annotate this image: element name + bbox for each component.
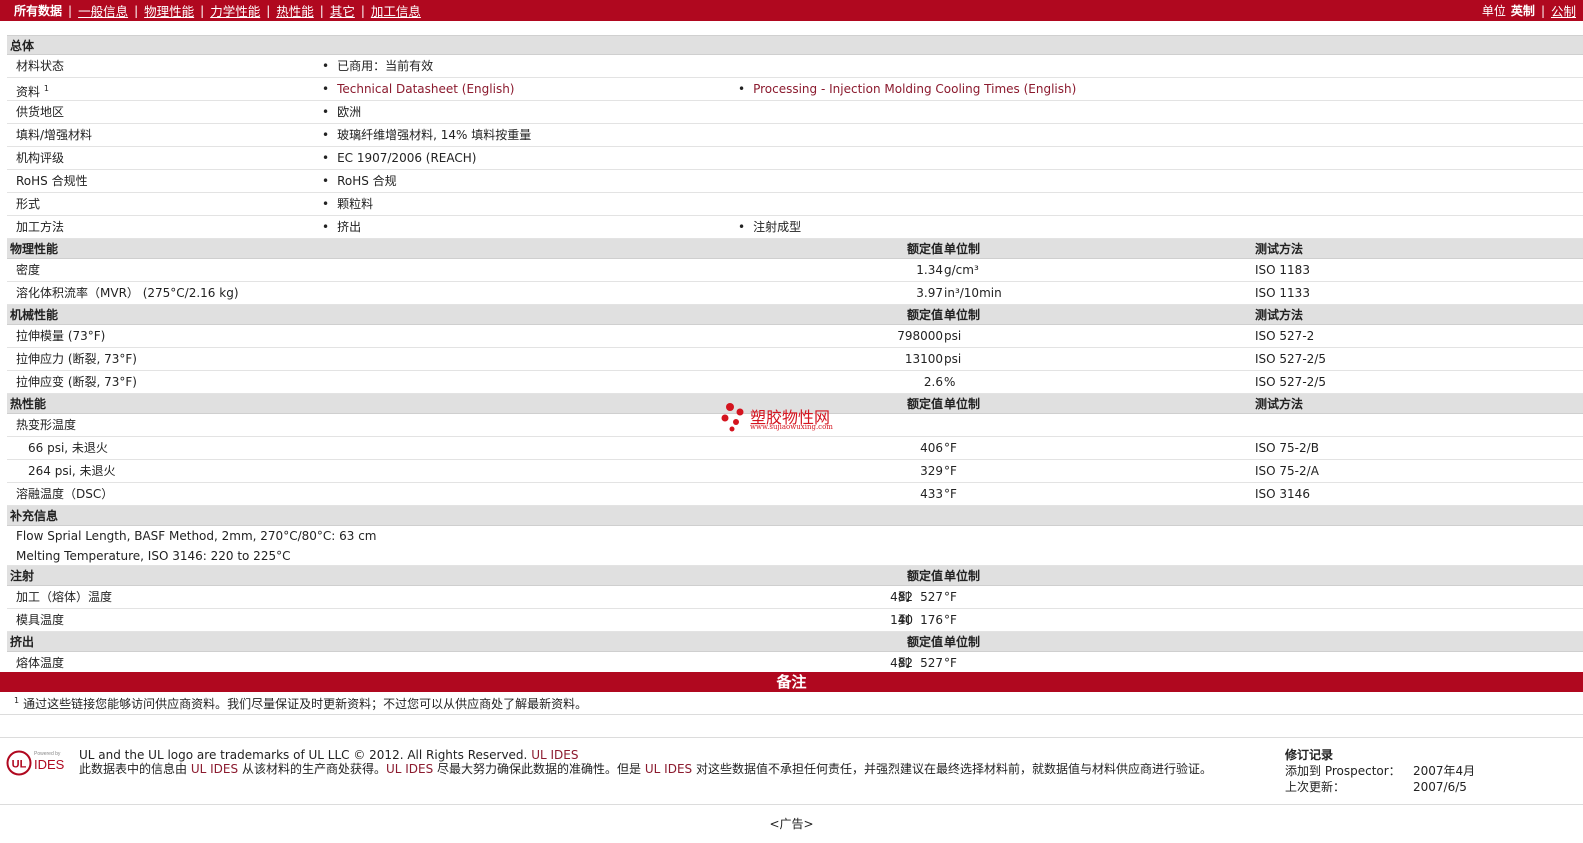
section-general: 总体 bbox=[7, 35, 1583, 55]
table-row: 拉伸模量 (73°F) 798000 psi ISO 527-2 bbox=[7, 325, 1583, 348]
tab-thermal[interactable]: 热性能 bbox=[276, 1, 314, 20]
ul-ides-logo: UL Powered by IDES bbox=[6, 748, 72, 778]
unit-switcher: 单位 英制 | 公制 bbox=[1482, 1, 1576, 20]
tab-all-data[interactable]: 所有数据 bbox=[14, 2, 62, 19]
table-row: 66 psi, 未退火 406 °F ISO 75-2/B bbox=[7, 437, 1583, 460]
table-row: 拉伸应变 (断裂, 73°F) 2.6 % ISO 527-2/5 bbox=[7, 371, 1583, 394]
disclaimer: UL and the UL logo are trademarks of UL … bbox=[79, 748, 1212, 776]
table-row: 机构评级 EC 1907/2006 (REACH) bbox=[7, 147, 1583, 170]
datasheet-link[interactable]: Technical Datasheet (English) bbox=[337, 82, 514, 96]
section-physical: 物理性能 额定值 单位制 测试方法 bbox=[7, 239, 1583, 259]
table-row: 溶融温度（DSC） 433 °F ISO 3146 bbox=[7, 483, 1583, 506]
unit-metric[interactable]: 公制 bbox=[1551, 1, 1576, 20]
table-row: 拉伸应力 (断裂, 73°F) 13100 psi ISO 527-2/5 bbox=[7, 348, 1583, 371]
section-extrusion: 挤出 额定值 单位制 bbox=[7, 632, 1583, 652]
table-row: Melting Temperature, ISO 3146: 220 to 22… bbox=[7, 546, 1583, 566]
datasheet-table: 总体 材料状态 已商用：当前有效 资料 1 Technical Datashee… bbox=[7, 35, 1583, 675]
table-row: 材料状态 已商用：当前有效 bbox=[7, 55, 1583, 78]
table-row: 供货地区 欧洲 bbox=[7, 101, 1583, 124]
svg-text:UL: UL bbox=[12, 759, 27, 771]
watermark-url: www.sujiaowuxing.com bbox=[750, 423, 833, 431]
section-mechanical: 机械性能 额定值 单位制 测试方法 bbox=[7, 305, 1583, 325]
watermark-dots-icon bbox=[721, 403, 744, 432]
tab-processing-info[interactable]: 加工信息 bbox=[371, 1, 421, 20]
data-tabs: 所有数据 | 一般信息 | 物理性能 | 力学性能 | 热性能 | 其它 | 加… bbox=[14, 1, 421, 20]
site-watermark: 塑胶物性网 www.sujiaowuxing.com bbox=[720, 402, 860, 436]
tab-physical[interactable]: 物理性能 bbox=[144, 1, 194, 20]
table-row: 填料/增强材料 玻璃纤维增强材料, 14% 填料按重量 bbox=[7, 124, 1583, 147]
tab-mechanical[interactable]: 力学性能 bbox=[210, 1, 260, 20]
footnote: 1 通过这些链接您能够访问供应商资料。我们尽量保证及时更新资料；不过您可以从供应商… bbox=[14, 696, 588, 711]
ul-ides-link[interactable]: UL IDES bbox=[531, 748, 578, 762]
ul-logo-icon: UL Powered by IDES bbox=[6, 750, 65, 776]
divider bbox=[0, 714, 1583, 715]
divider bbox=[0, 737, 1583, 738]
units-label: 单位 bbox=[1481, 4, 1506, 18]
cooling-times-link[interactable]: Processing - Injection Molding Cooling T… bbox=[753, 82, 1076, 96]
ad-label[interactable]: <广告> bbox=[0, 815, 1583, 832]
table-row: 密度 1.34 g/cm³ ISO 1183 bbox=[7, 259, 1583, 282]
divider bbox=[0, 804, 1583, 805]
table-row: 溶化体积流率（MVR） (275°C/2.16 kg) 3.97 in³/10m… bbox=[7, 282, 1583, 305]
svg-text:IDES: IDES bbox=[34, 757, 65, 772]
tab-general-info[interactable]: 一般信息 bbox=[78, 1, 128, 20]
table-row: Flow Sprial Length, BASF Method, 2mm, 27… bbox=[16, 529, 377, 543]
table-row: 资料 1 Technical Datasheet (English) Proce… bbox=[7, 78, 1583, 101]
table-row: 264 psi, 未退火 329 °F ISO 75-2/A bbox=[7, 460, 1583, 483]
table-row: 加工（熔体）温度 482 到 527 °F bbox=[7, 586, 1583, 609]
top-nav-bar: 所有数据 | 一般信息 | 物理性能 | 力学性能 | 热性能 | 其它 | 加… bbox=[0, 0, 1583, 21]
section-title: 总体 bbox=[10, 39, 35, 53]
table-row: 加工方法 挤出 注射成型 bbox=[7, 216, 1583, 239]
section-supplemental: 补充信息 bbox=[7, 506, 1583, 526]
table-row: 形式 颗粒料 bbox=[7, 193, 1583, 216]
tab-other[interactable]: 其它 bbox=[330, 1, 355, 20]
notes-header: 备注 bbox=[0, 672, 1583, 692]
revision-history: 修订记录 添加到 Prospector： 2007年4月 上次更新： 2007/6/… bbox=[1285, 748, 1476, 794]
unit-imperial[interactable]: 英制 bbox=[1511, 2, 1535, 19]
table-row: RoHS 合规性 RoHS 合规 bbox=[7, 170, 1583, 193]
section-injection: 注射 额定值 单位制 bbox=[7, 566, 1583, 586]
table-row: 模具温度 140 到 176 °F bbox=[7, 609, 1583, 632]
